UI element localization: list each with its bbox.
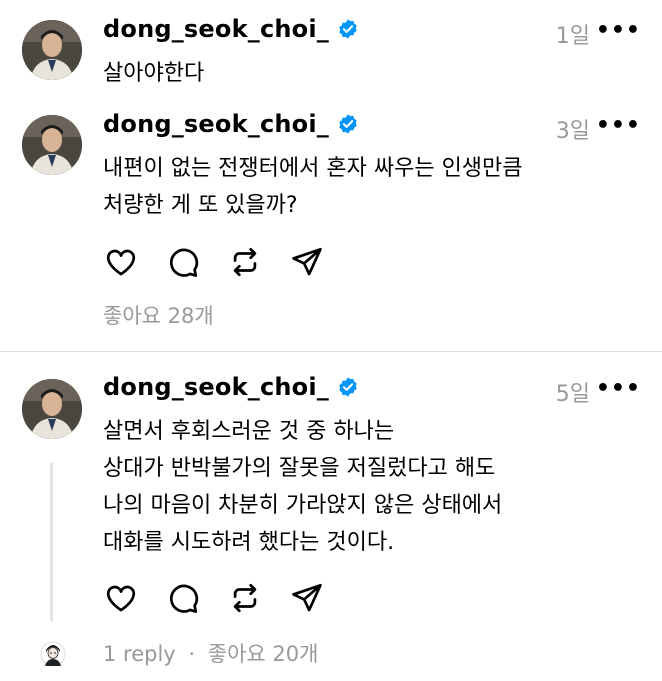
- more-icon[interactable]: •••: [596, 113, 641, 138]
- more-icon[interactable]: •••: [596, 18, 641, 43]
- action-bar: [103, 580, 351, 616]
- username-text[interactable]: dong_seok_choi_: [103, 373, 329, 401]
- avatar[interactable]: [22, 20, 82, 80]
- post-time: 1일: [555, 24, 590, 49]
- reply-summary: 1 reply · 좋아요 20개: [103, 638, 318, 668]
- username[interactable]: dong_seok_choi_: [103, 373, 359, 401]
- thread-line: [50, 462, 53, 622]
- repost-icon[interactable]: [227, 580, 263, 616]
- comment-icon[interactable]: [165, 244, 201, 280]
- separator: ·: [188, 642, 196, 666]
- more-icon[interactable]: •••: [596, 376, 641, 401]
- post-time: 5일: [555, 382, 590, 407]
- post-text: 내편이 없는 전쟁터에서 혼자 싸우는 인생만큼 처량한 게 또 있을까?: [103, 150, 523, 224]
- share-icon[interactable]: [289, 580, 325, 616]
- username-text[interactable]: dong_seok_choi_: [103, 15, 329, 43]
- post-text: 살면서 후회스러운 것 중 하나는 상대가 반박불가의 잘못을 저질렀다고 해도…: [103, 413, 502, 561]
- post-line: 상대가 반박불가의 잘못을 저질렀다고 해도: [103, 456, 496, 481]
- avatar[interactable]: [22, 379, 82, 439]
- username[interactable]: dong_seok_choi_: [103, 110, 359, 138]
- post-line: 대화를 시도하려 했다는 것이다.: [103, 530, 395, 555]
- share-icon[interactable]: [289, 244, 325, 280]
- post-time: 3일: [555, 119, 590, 144]
- post-text: 살아야한다: [103, 55, 204, 92]
- comment-icon[interactable]: [165, 580, 201, 616]
- like-count[interactable]: 좋아요 20개: [208, 642, 319, 666]
- post-line: 내편이 없는 전쟁터에서 혼자 싸우는 인생만큼: [103, 156, 523, 181]
- post-line: 나의 마음이 차분히 가라앉지 않은 상태에서: [103, 493, 503, 518]
- reply-avatar[interactable]: [40, 641, 66, 667]
- verified-badge-icon: [337, 18, 359, 40]
- like-count[interactable]: 좋아요 28개: [103, 300, 214, 330]
- divider: [0, 351, 662, 352]
- verified-badge-icon: [337, 113, 359, 135]
- post-line: 살아야한다: [103, 61, 205, 86]
- heart-icon[interactable]: [103, 244, 139, 280]
- heart-icon[interactable]: [103, 580, 139, 616]
- action-bar: [103, 244, 351, 280]
- avatar[interactable]: [22, 115, 82, 175]
- post-line: 살면서 후회스러운 것 중 하나는: [103, 419, 395, 444]
- username-text[interactable]: dong_seok_choi_: [103, 110, 329, 138]
- post-line: 처량한 게 또 있을까?: [103, 193, 298, 218]
- username[interactable]: dong_seok_choi_: [103, 15, 359, 43]
- verified-badge-icon: [337, 376, 359, 398]
- repost-icon[interactable]: [227, 244, 263, 280]
- reply-count[interactable]: 1 reply: [103, 642, 176, 666]
